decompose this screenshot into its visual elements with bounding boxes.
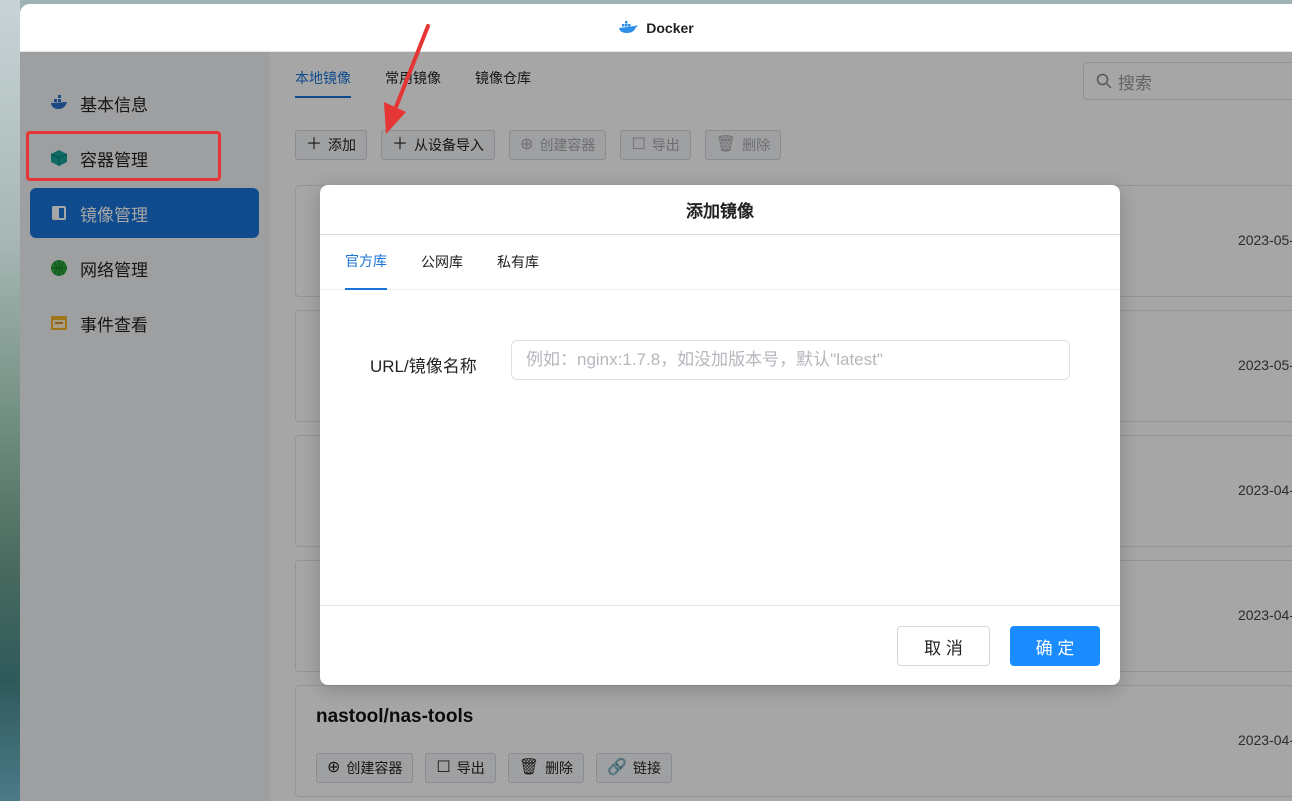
desktop-background	[0, 0, 20, 801]
add-image-dialog: 添加镜像 官方库 公网库 私有库 URL/镜像名称 取 消 确 定	[320, 185, 1120, 685]
tab-official-registry[interactable]: 官方库	[345, 235, 387, 290]
dialog-title: 添加镜像	[320, 185, 1120, 235]
tab-private-registry[interactable]: 私有库	[497, 235, 539, 290]
cancel-button[interactable]: 取 消	[897, 626, 990, 666]
docker-whale-icon	[619, 20, 638, 33]
tab-public-registry[interactable]: 公网库	[421, 235, 463, 290]
image-name-label: URL/镜像名称	[370, 357, 477, 376]
image-name-input[interactable]	[511, 340, 1070, 380]
window-title: Docker	[646, 19, 694, 36]
title-bar: Docker	[20, 4, 1292, 52]
docker-window: Docker 基本信息 容器管理 镜像管理 网络管理 事件查看 本地镜像 常用镜…	[20, 4, 1292, 801]
dialog-footer: 取 消 确 定	[320, 605, 1120, 685]
dialog-tabs: 官方库 公网库 私有库	[320, 235, 1120, 290]
modal-backdrop-sidebar	[20, 52, 270, 801]
confirm-button[interactable]: 确 定	[1010, 626, 1100, 666]
